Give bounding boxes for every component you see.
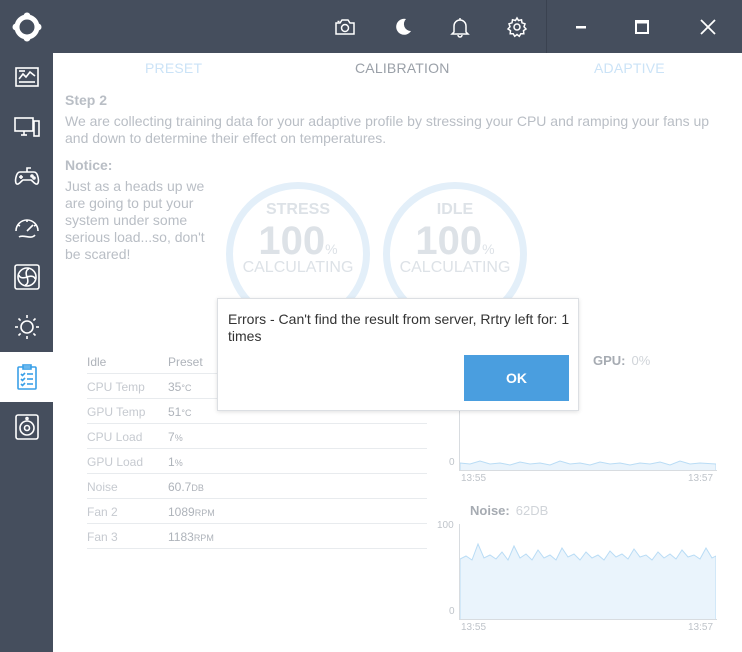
gauge-icon bbox=[14, 219, 39, 238]
camera-icon bbox=[335, 18, 355, 35]
sidebar-item-calibration[interactable] bbox=[0, 352, 53, 402]
idle-value: 100% bbox=[415, 219, 495, 263]
gpu-chart-value: 0% bbox=[631, 353, 651, 368]
gpu-chart bbox=[459, 403, 717, 471]
notifications-button[interactable] bbox=[435, 0, 485, 53]
sidebar-item-dashboard[interactable] bbox=[0, 53, 53, 101]
row-value: 1% bbox=[168, 455, 183, 469]
sidebar bbox=[0, 0, 53, 652]
monitor-icon bbox=[13, 117, 40, 137]
noise-x-end: 13:57 bbox=[688, 622, 714, 633]
noise-y-max: 100 bbox=[437, 520, 454, 531]
idle-status: CALCULATING bbox=[399, 259, 511, 276]
maximize-button[interactable] bbox=[617, 0, 667, 53]
row-value: 1089RPM bbox=[168, 505, 215, 519]
error-dialog: Errors - Can't find the result from serv… bbox=[217, 298, 579, 411]
row-value: 60.7DB bbox=[168, 480, 204, 494]
ok-button[interactable]: OK bbox=[464, 355, 569, 401]
row-value: 1183RPM bbox=[168, 530, 214, 544]
row-value: 51°C bbox=[168, 405, 192, 419]
step-description: We are collecting training data for your… bbox=[65, 113, 710, 146]
fan-icon bbox=[13, 264, 40, 290]
tab-calibration[interactable]: CALIBRATION bbox=[355, 60, 450, 76]
sidebar-item-games[interactable] bbox=[0, 153, 53, 201]
sidebar-item-performance[interactable] bbox=[0, 203, 53, 251]
moon-icon bbox=[396, 18, 411, 35]
table-row: CPU Load 7% bbox=[87, 424, 427, 449]
header-preset: Preset bbox=[168, 355, 203, 369]
app-logo[interactable] bbox=[0, 0, 53, 53]
stress-status: CALCULATING bbox=[242, 259, 354, 276]
logo-icon bbox=[12, 12, 41, 41]
gpu-chart-label: GPU: bbox=[593, 353, 626, 368]
sidebar-item-cooling[interactable] bbox=[0, 253, 53, 301]
clipboard-icon bbox=[16, 364, 37, 390]
minimize-button[interactable] bbox=[556, 0, 606, 53]
step-title: Step 2 bbox=[65, 92, 108, 108]
dashboard-icon bbox=[14, 67, 39, 87]
row-value: 35°C bbox=[168, 380, 192, 394]
noise-chart-value: 62DB bbox=[515, 503, 549, 518]
sidebar-item-audio[interactable] bbox=[0, 403, 53, 451]
screenshot-button[interactable] bbox=[320, 0, 370, 53]
stress-label: STRESS bbox=[265, 201, 330, 218]
notice-title: Notice: bbox=[65, 157, 113, 173]
maximize-icon bbox=[635, 19, 649, 34]
row-label: CPU Temp bbox=[87, 380, 145, 394]
tab-adaptive[interactable]: ADAPTIVE bbox=[594, 60, 665, 76]
noise-chart-title: Noise: 62DB bbox=[470, 503, 548, 518]
settings-button[interactable] bbox=[492, 0, 542, 53]
gpu-y-min: 0 bbox=[449, 457, 455, 468]
row-value: 7% bbox=[168, 430, 183, 444]
sidebar-item-system[interactable] bbox=[0, 103, 53, 151]
title-bar bbox=[53, 0, 742, 53]
minimize-icon bbox=[576, 25, 586, 28]
noise-chart-label: Noise: bbox=[470, 503, 510, 518]
row-label: CPU Load bbox=[87, 430, 143, 444]
header-idle: Idle bbox=[87, 355, 107, 369]
notice-text: Just as a heads up we are going to put y… bbox=[65, 178, 205, 262]
gamepad-icon bbox=[14, 167, 39, 185]
brightness-icon bbox=[14, 315, 39, 339]
close-icon bbox=[700, 18, 716, 35]
gpu-chart-title: GPU: 0% bbox=[593, 353, 650, 368]
gpu-x-end: 13:57 bbox=[688, 473, 714, 484]
speaker-icon bbox=[14, 414, 39, 440]
row-label: GPU Load bbox=[87, 455, 144, 469]
bell-icon bbox=[450, 17, 470, 38]
noise-chart bbox=[459, 524, 717, 620]
table-row: Noise 60.7DB bbox=[87, 474, 427, 499]
row-label: Noise bbox=[87, 480, 118, 494]
stress-value: 100% bbox=[258, 219, 338, 263]
idle-label: IDLE bbox=[436, 201, 474, 218]
noise-y-min: 0 bbox=[449, 606, 455, 617]
gear-icon bbox=[506, 16, 528, 37]
gpu-x-start: 13:55 bbox=[461, 473, 487, 484]
close-button[interactable] bbox=[683, 0, 733, 53]
error-message: Errors - Can't find the result from serv… bbox=[228, 311, 570, 344]
title-bar-divider bbox=[546, 0, 547, 53]
noise-chart-line bbox=[459, 542, 717, 619]
noise-x-start: 13:55 bbox=[461, 622, 487, 633]
table-row: Fan 3 1183RPM bbox=[87, 524, 427, 549]
row-label: GPU Temp bbox=[87, 405, 146, 419]
theme-button[interactable] bbox=[378, 0, 428, 53]
sidebar-item-lighting[interactable] bbox=[0, 303, 53, 351]
gpu-chart-line bbox=[459, 460, 717, 470]
tab-preset[interactable]: PRESET bbox=[145, 60, 202, 76]
row-label: Fan 2 bbox=[87, 505, 118, 519]
row-label: Fan 3 bbox=[87, 530, 118, 544]
table-row: GPU Load 1% bbox=[87, 449, 427, 474]
table-row: Fan 2 1089RPM bbox=[87, 499, 427, 524]
